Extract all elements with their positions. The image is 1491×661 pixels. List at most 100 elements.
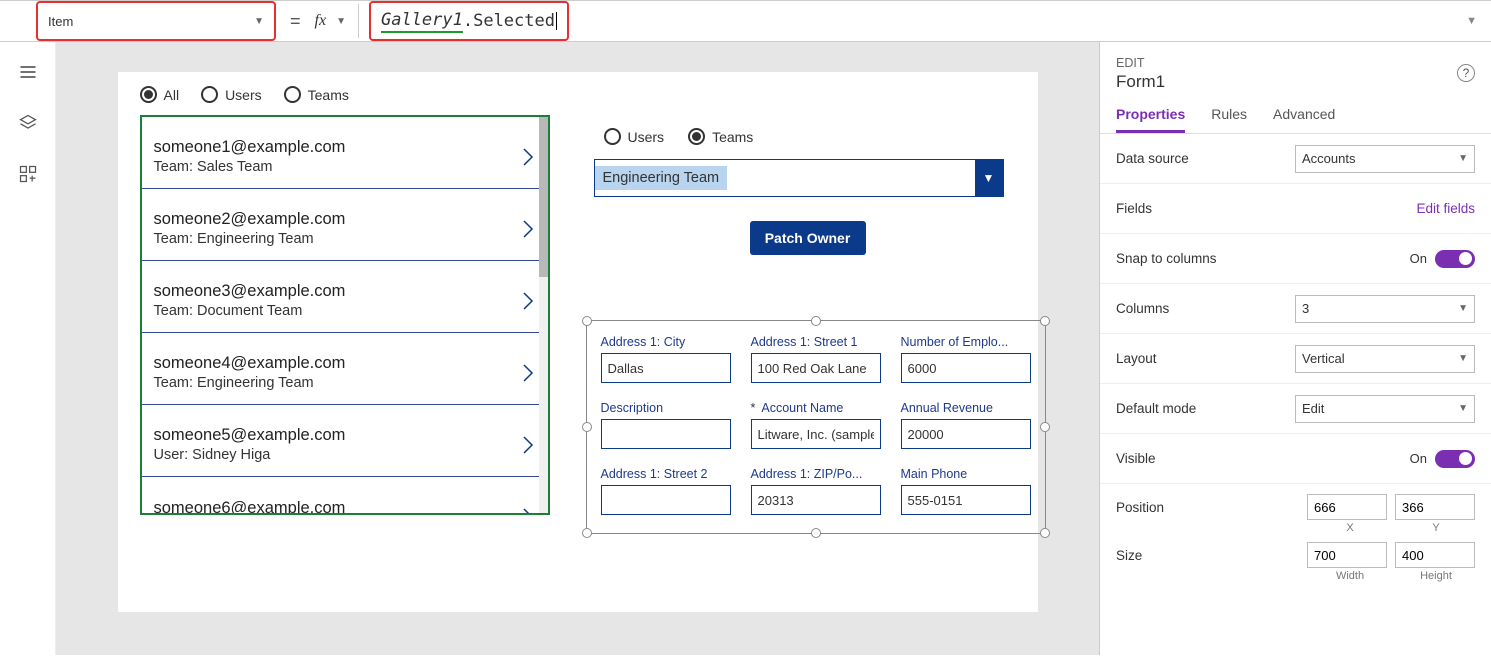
field-label: Address 1: Street 1 xyxy=(751,335,881,349)
dropdown-value: Engineering Team xyxy=(595,166,728,190)
selection-handle[interactable] xyxy=(582,316,592,326)
columns-dropdown[interactable]: 3▼ xyxy=(1295,295,1475,323)
chevron-right-icon xyxy=(520,217,536,241)
data-source-dropdown[interactable]: Accounts▼ xyxy=(1295,145,1475,173)
chevron-right-icon xyxy=(520,505,536,515)
field-input[interactable] xyxy=(901,353,1031,383)
prop-label: Default mode xyxy=(1116,401,1196,416)
radio-label: Users xyxy=(225,87,262,103)
layers-icon[interactable] xyxy=(18,113,38,136)
radio-teams[interactable]: Teams xyxy=(284,86,349,103)
gallery-item[interactable]: someone6@example.comUser: Delegated Admi… xyxy=(142,477,548,515)
dropdown-value: Vertical xyxy=(1302,351,1345,366)
field-label: Account Name xyxy=(751,401,881,415)
position-y-input[interactable] xyxy=(1395,494,1475,520)
field-input[interactable] xyxy=(601,419,731,449)
gallery-item-email: someone1@example.com xyxy=(154,138,346,157)
tab-properties[interactable]: Properties xyxy=(1116,106,1185,133)
chevron-down-icon[interactable]: ▼ xyxy=(336,16,346,27)
gallery-item-sub: Team: Engineering Team xyxy=(154,375,346,391)
chevron-down-icon: ▼ xyxy=(1458,303,1468,314)
patch-owner-button[interactable]: Patch Owner xyxy=(750,221,866,255)
selection-handle[interactable] xyxy=(582,422,592,432)
size-width-input[interactable] xyxy=(1307,542,1387,568)
selection-handle[interactable] xyxy=(1040,422,1050,432)
field-label: Description xyxy=(601,401,731,415)
selection-handle[interactable] xyxy=(811,316,821,326)
radio-users[interactable]: Users xyxy=(201,86,262,103)
default-mode-dropdown[interactable]: Edit▼ xyxy=(1295,395,1475,423)
dropdown-value: Accounts xyxy=(1302,151,1355,166)
gallery-item[interactable]: someone5@example.comUser: Sidney Higa xyxy=(142,405,548,477)
prop-label: Data source xyxy=(1116,151,1189,166)
gallery-item[interactable]: someone1@example.com Team: Sales Team xyxy=(142,117,548,189)
snap-toggle[interactable] xyxy=(1435,250,1475,268)
gallery-item-email: someone6@example.com xyxy=(154,499,346,516)
size-height-input[interactable] xyxy=(1395,542,1475,568)
edit-fields-link[interactable]: Edit fields xyxy=(1416,201,1475,216)
position-x-input[interactable] xyxy=(1307,494,1387,520)
gallery-item[interactable]: someone2@example.comTeam: Engineering Te… xyxy=(142,189,548,261)
formula-rest: .Selected xyxy=(463,11,555,31)
apps-icon[interactable] xyxy=(18,164,38,187)
dropdown-value: 3 xyxy=(1302,301,1309,316)
form-field: Description xyxy=(601,401,731,449)
chevron-right-icon xyxy=(520,433,536,457)
fx-label: fx xyxy=(315,12,327,30)
visible-toggle[interactable] xyxy=(1435,450,1475,468)
radio-users[interactable]: Users xyxy=(604,128,665,145)
field-input[interactable] xyxy=(601,353,731,383)
caret xyxy=(556,12,557,30)
gallery-item-sub: Team: Sales Team xyxy=(154,159,346,175)
gallery-item-email: someone3@example.com xyxy=(154,282,346,301)
layout-dropdown[interactable]: Vertical▼ xyxy=(1295,345,1475,373)
panel-header: EDIT Form1 ? xyxy=(1100,42,1491,96)
gallery-item[interactable]: someone3@example.comTeam: Document Team xyxy=(142,261,548,333)
field-input[interactable] xyxy=(601,485,731,515)
properties-panel: EDIT Form1 ? Properties Rules Advanced D… xyxy=(1099,42,1491,655)
radio-all[interactable]: All xyxy=(140,86,180,103)
gallery[interactable]: someone1@example.comTeam: Sales Teamsome… xyxy=(140,115,550,515)
app-canvas[interactable]: All Users Teams someone1@example.com Team… xyxy=(118,72,1038,612)
radio-label: All xyxy=(164,87,180,103)
field-input[interactable] xyxy=(901,485,1031,515)
scrollbar-thumb[interactable] xyxy=(539,117,548,277)
row-size: Size xyxy=(1100,542,1491,570)
prop-label: Snap to columns xyxy=(1116,251,1217,266)
selection-handle[interactable] xyxy=(1040,316,1050,326)
form-field: Address 1: ZIP/Po... xyxy=(751,467,881,515)
field-input[interactable] xyxy=(751,419,881,449)
chevron-down-icon[interactable]: ▼ xyxy=(1466,15,1477,27)
hamburger-icon[interactable] xyxy=(18,62,38,85)
tab-advanced[interactable]: Advanced xyxy=(1273,106,1335,133)
field-label: Annual Revenue xyxy=(901,401,1031,415)
field-input[interactable] xyxy=(751,485,881,515)
row-layout: Layout Vertical▼ xyxy=(1100,334,1491,384)
selection-handle[interactable] xyxy=(811,528,821,538)
radio-teams[interactable]: Teams xyxy=(688,128,753,145)
owner-type-radio-group: Users Teams xyxy=(604,128,1028,145)
form-field: Address 1: Street 1 xyxy=(751,335,881,383)
field-input[interactable] xyxy=(751,353,881,383)
help-icon[interactable]: ? xyxy=(1457,64,1475,82)
chevron-right-icon xyxy=(520,145,536,169)
element-name: Form1 xyxy=(1116,72,1475,92)
form-field: Address 1: Street 2 xyxy=(601,467,731,515)
chevron-down-icon: ▼ xyxy=(1458,403,1468,414)
property-dropdown[interactable]: Item ▼ xyxy=(36,1,276,41)
edit-form[interactable]: Address 1: CityAddress 1: Street 1Number… xyxy=(586,320,1046,534)
selection-handle[interactable] xyxy=(582,528,592,538)
formula-input[interactable]: Gallery1.Selected xyxy=(369,1,569,41)
canvas-area: All Users Teams someone1@example.com Team… xyxy=(56,42,1099,655)
size-sublabels: WidthHeight xyxy=(1311,570,1491,590)
prop-label: Fields xyxy=(1116,201,1152,216)
formula-bar: Item ▼ = fx ▼ Gallery1.Selected ▼ xyxy=(0,0,1491,42)
gallery-item[interactable]: someone4@example.comTeam: Engineering Te… xyxy=(142,333,548,405)
form-field: Account Name xyxy=(751,401,881,449)
selection-handle[interactable] xyxy=(1040,528,1050,538)
panel-tabs: Properties Rules Advanced xyxy=(1100,96,1491,134)
field-input[interactable] xyxy=(901,419,1031,449)
team-dropdown[interactable]: Engineering Team ▼ xyxy=(594,159,1004,197)
chevron-right-icon xyxy=(520,361,536,385)
tab-rules[interactable]: Rules xyxy=(1211,106,1247,133)
